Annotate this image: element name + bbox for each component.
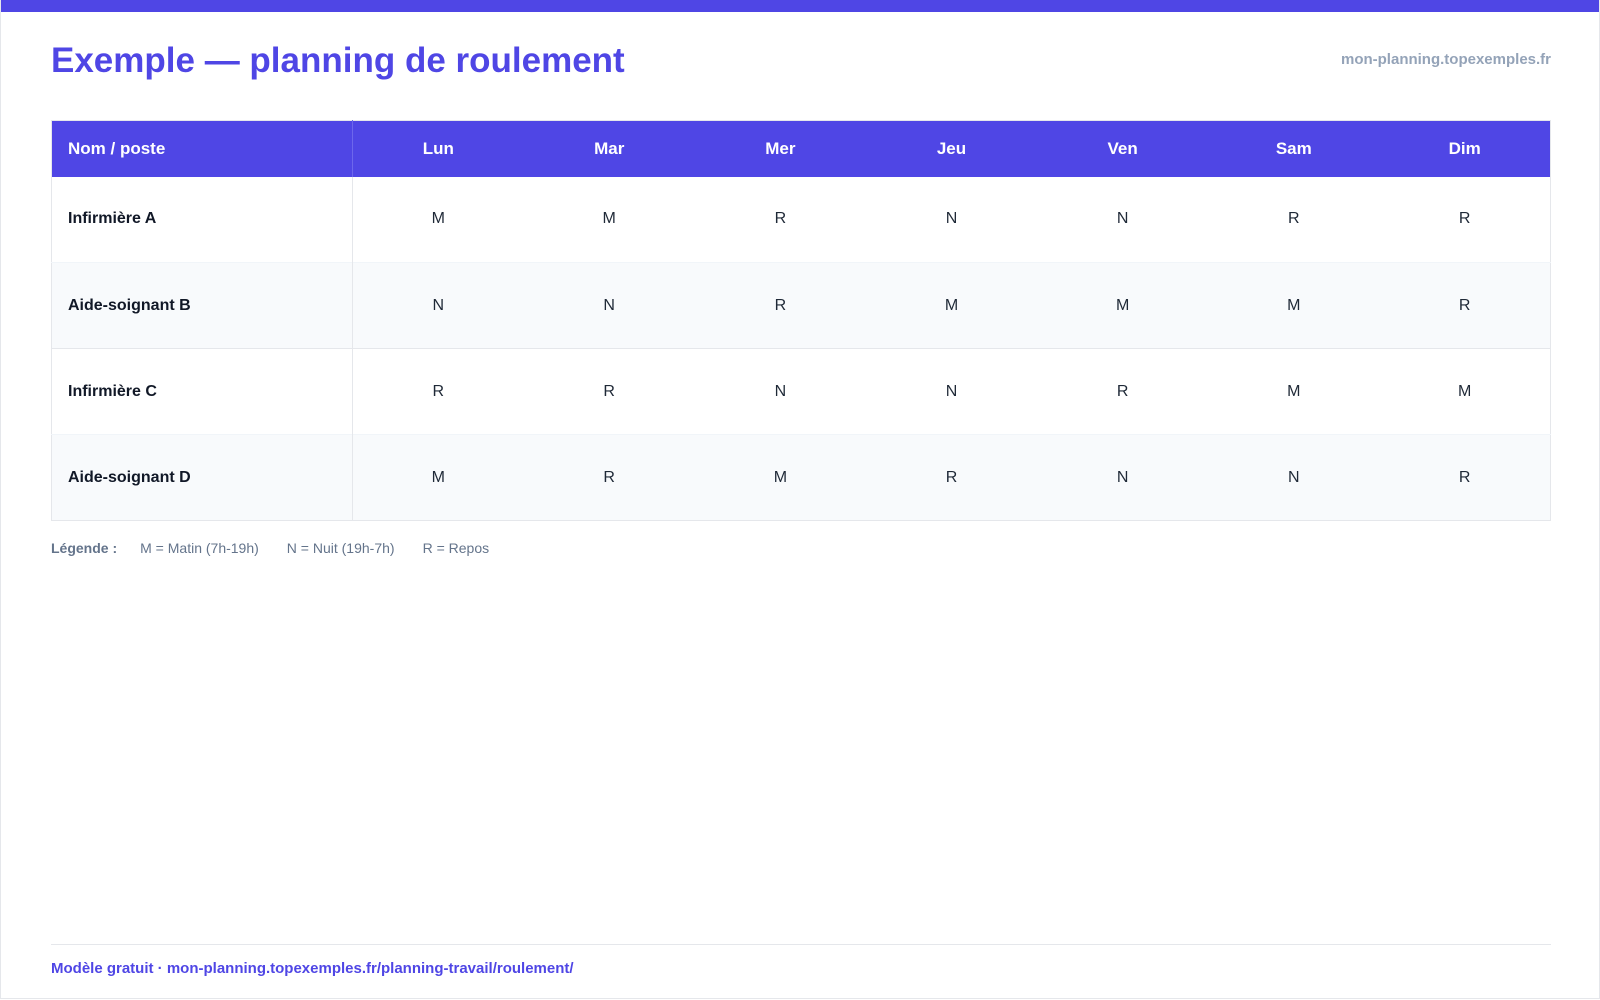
shift-cell: M [602, 210, 616, 228]
roster-table: Nom / poste Lun Mar Mer Jeu Ven Sam Dim … [51, 120, 1551, 521]
shift-cell: M [694, 434, 866, 521]
column-header-day: Ven [1107, 138, 1138, 158]
column-header-day: Jeu [936, 138, 967, 158]
legend: Légende : M = Matin (7h-19h) N = Nuit (1… [51, 540, 517, 556]
shift-cell: N [523, 262, 695, 349]
shift-cell: N [1037, 434, 1209, 521]
column-header-day: Mar [594, 138, 625, 158]
legend-item-matin: M = Matin (7h-19h) [140, 540, 259, 556]
row-name-cell: Infirmière C [51, 348, 353, 435]
row-name-cell: Aide-soignant B [51, 262, 353, 349]
legend-title: Légende : [51, 540, 118, 556]
site-url: mon-planning.topexemples.fr [1340, 51, 1551, 68]
shift-cell: N [1116, 210, 1129, 228]
shift-cell: N [1208, 434, 1380, 521]
row-name-cell: Aide-soignant D [51, 434, 353, 521]
shift-cell: R [523, 434, 695, 521]
footer-divider [51, 944, 1551, 945]
shift-cell: R [1379, 434, 1551, 521]
shift-cell: M [431, 210, 445, 228]
table-row: Aide-soignant D M R M R N N R [51, 434, 1551, 521]
shift-cell: N [352, 262, 524, 349]
column-header-day: Sam [1275, 138, 1312, 158]
page: Exemple — planning de roulement mon-plan… [0, 0, 1600, 999]
table-row: Infirmière C R R N N R M M [51, 348, 1551, 435]
shift-cell: R [1287, 210, 1300, 228]
shift-cell: M [1208, 262, 1380, 349]
shift-cell: M [352, 434, 524, 521]
footer-link[interactable]: Modèle gratuit · mon-planning.topexemple… [51, 960, 574, 977]
shift-cell: N [694, 348, 866, 435]
shift-cell: R [523, 348, 695, 435]
legend-item-nuit: N = Nuit (19h-7h) [286, 540, 395, 556]
page-title: Exemple — planning de roulement [51, 41, 625, 80]
shift-cell: M [1037, 262, 1209, 349]
column-header-day: Lun [422, 138, 454, 158]
column-header-day: Mer [765, 138, 796, 158]
shift-cell: R [1037, 348, 1209, 435]
shift-cell: R [865, 434, 1038, 521]
table-header-row: Nom / poste Lun Mar Mer Jeu Ven Sam Dim [51, 120, 1551, 177]
shift-cell: R [1379, 262, 1551, 349]
column-header-day: Dim [1448, 138, 1481, 158]
table-row: Infirmière A M M R N N R R [51, 176, 1551, 263]
top-accent-bar [1, 0, 1599, 12]
shift-cell: N [945, 210, 958, 228]
shift-cell: M [1208, 348, 1380, 435]
shift-cell: R [352, 348, 524, 435]
shift-cell: N [865, 348, 1038, 435]
legend-item-repos: R = Repos [422, 540, 490, 556]
column-header-name: Nom / poste [51, 120, 353, 177]
shift-cell: M [1379, 348, 1551, 435]
shift-cell: R [694, 262, 866, 349]
row-name-cell: Infirmière A [51, 176, 353, 263]
shift-cell: M [865, 262, 1038, 349]
shift-cell: R [774, 210, 787, 228]
shift-cell: R [1458, 210, 1471, 228]
table-row: Aide-soignant B N N R M M M R [51, 262, 1551, 349]
